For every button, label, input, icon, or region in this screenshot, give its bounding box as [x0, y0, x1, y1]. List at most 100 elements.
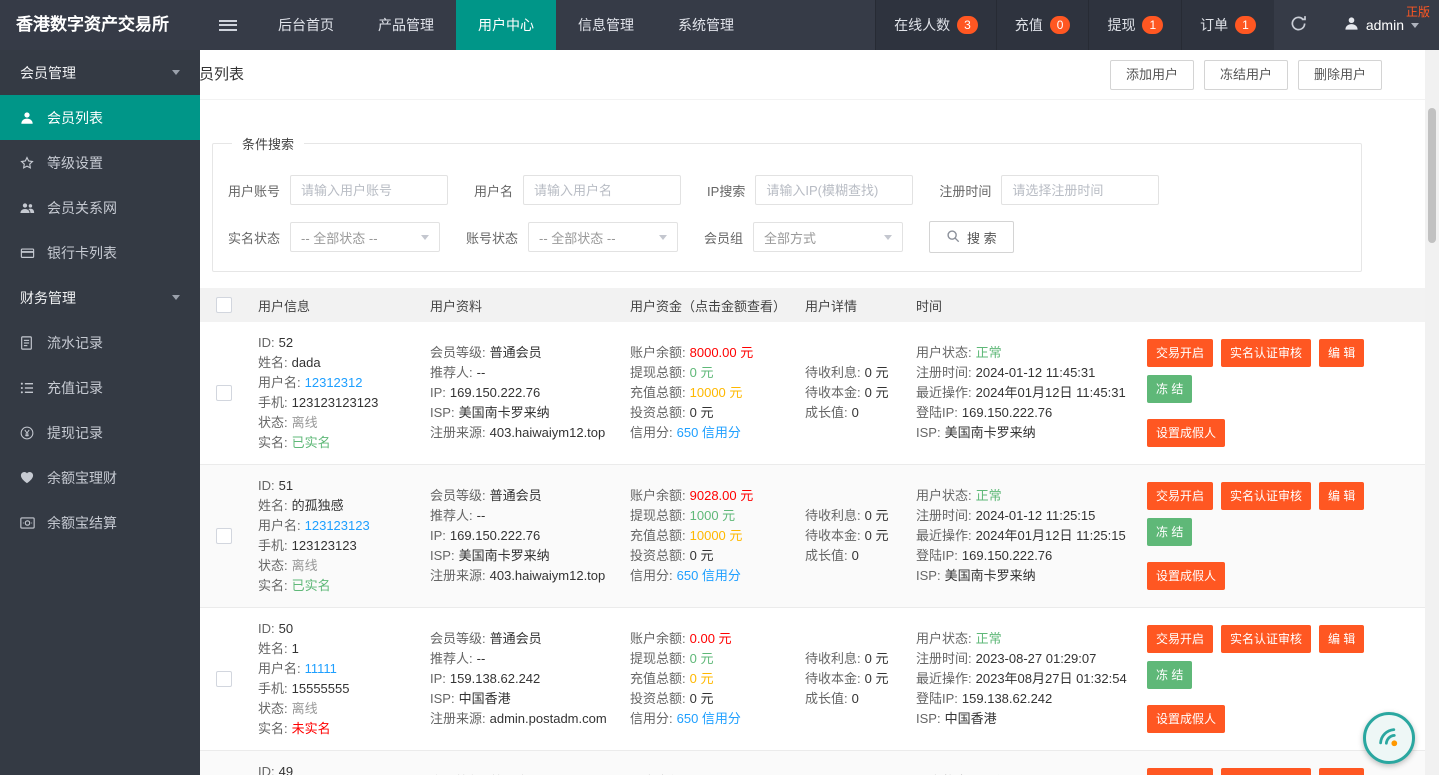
row-action-button[interactable]: 交易开启 [1147, 482, 1214, 510]
field-value: admin.postadm.com [489, 711, 607, 726]
field-value[interactable]: 8000.00 元 [690, 345, 754, 360]
refresh-button[interactable] [1274, 0, 1324, 50]
scrollbar-thumb[interactable] [1428, 108, 1436, 243]
row-action-button[interactable]: 设置成假人 [1147, 705, 1226, 733]
sidebar-section-member[interactable]: 会员管理 [0, 50, 200, 95]
field-label: 实名: [258, 721, 288, 736]
sidebar-item-member-network[interactable]: 会员关系网 [0, 185, 200, 230]
row-action-button[interactable]: 编 辑 [1319, 625, 1365, 653]
field-value: 0 [851, 405, 859, 420]
row-action-button[interactable]: 交易开启 [1147, 768, 1214, 775]
field-value[interactable]: 650 信用分 [677, 711, 741, 726]
row-action-button[interactable]: 编 辑 [1319, 768, 1365, 775]
sidebar-item-level-settings[interactable]: 等级设置 [0, 140, 200, 185]
row-action-button[interactable]: 交易开启 [1147, 625, 1214, 653]
freeze-user-button[interactable]: 冻结用户 [1203, 60, 1288, 90]
field-value[interactable]: 10000 元 [690, 385, 743, 400]
field-value[interactable]: 650 信用分 [677, 568, 741, 583]
sidebar-item-bank-cards[interactable]: 银行卡列表 [0, 230, 200, 275]
user-account-input[interactable] [290, 175, 449, 205]
search-legend: 条件搜索 [242, 137, 295, 152]
nav-item-system[interactable]: 系统管理 [656, 0, 756, 50]
time-cell: 用户状态: 正常 注册时间: 2023-08-27 01:29:07 最近操作: 2023… [906, 629, 1137, 729]
row-action-button[interactable]: 冻 结 [1147, 375, 1193, 403]
realname-status-select[interactable]: -- 全部状态 -- [290, 222, 441, 252]
sidebar-item-flow-records[interactable]: 流水记录 [0, 320, 200, 365]
field-value: 离线 [291, 415, 318, 430]
nav-item-home[interactable]: 后台首页 [256, 0, 356, 50]
chevron-down-icon [172, 70, 180, 75]
service-float-button[interactable] [1363, 712, 1415, 764]
field-label: 实名: [258, 578, 288, 593]
field-value: 2023-08-27 01:29:07 [975, 651, 1097, 666]
field-value: 2023年08月27日 01:32:54 [975, 671, 1127, 686]
sidebar-item-yuebao-settlement[interactable]: 余额宝结算 [0, 500, 200, 545]
user-profile-cell: 会员等级: 普通会员 推荐人: -- IP: 169.150.222.76 ISP: 美国南卡… [420, 343, 620, 443]
row-action-button[interactable]: 编 辑 [1319, 482, 1365, 510]
field-value[interactable]: 11111 [305, 661, 337, 676]
field-value: -- [476, 365, 486, 380]
field-label: 投资总额: [630, 691, 686, 706]
stat-orders[interactable]: 订单 1 [1181, 0, 1274, 50]
field-label: 手机: [258, 395, 288, 410]
ip-search-input[interactable] [755, 175, 914, 205]
row-action-button[interactable]: 设置成假人 [1147, 562, 1226, 590]
member-group-select[interactable]: 全部方式 [753, 222, 904, 252]
sidebar-item-member-list[interactable]: 会员列表 [0, 95, 200, 140]
stat-online-users[interactable]: 在线人数 3 [875, 0, 996, 50]
field-value[interactable]: 9028.00 元 [690, 488, 754, 503]
field-value: dada [291, 355, 321, 370]
field-label: 提现总额: [630, 365, 686, 380]
nav-item-user-center[interactable]: 用户中心 [456, 0, 556, 50]
field-value[interactable]: 0.00 元 [690, 631, 732, 646]
row-action-button[interactable]: 实名认证审核 [1221, 768, 1312, 775]
field-value[interactable]: 0 元 [690, 548, 714, 563]
section-label: 财务管理 [20, 289, 76, 306]
stat-withdraw[interactable]: 提现 1 [1088, 0, 1181, 50]
field-value[interactable]: 650 信用分 [677, 425, 741, 440]
field-value[interactable]: 10000 元 [690, 528, 743, 543]
table-row: ID: 52 姓名: dada 用户名: 12312312 手机: 123123123123 状… [200, 322, 1425, 465]
table-row: ID: 50 姓名: 1 用户名: 11111 手机: 15555555 状态: 离线 实名: 未实名… [200, 608, 1425, 751]
row-checkbox[interactable] [216, 528, 232, 544]
field-value[interactable]: 0 元 [690, 365, 714, 380]
field-value: 的孤独感 [291, 498, 344, 513]
nav-item-products[interactable]: 产品管理 [356, 0, 456, 50]
register-time-input[interactable] [1001, 175, 1160, 205]
row-action-button[interactable]: 实名认证审核 [1221, 625, 1312, 653]
field-value[interactable]: 0 元 [690, 691, 714, 706]
row-action-button[interactable]: 编 辑 [1319, 339, 1365, 367]
field-value[interactable]: 12312312 [305, 375, 363, 390]
row-action-button[interactable]: 设置成假人 [1147, 419, 1226, 447]
row-action-button[interactable]: 冻 结 [1147, 661, 1193, 689]
row-action-button[interactable]: 实名认证审核 [1221, 482, 1312, 510]
field-value[interactable]: 1000 元 [690, 508, 736, 523]
sidebar-item-recharge-records[interactable]: 充值记录 [0, 365, 200, 410]
column-header: 用户详情 [805, 298, 858, 314]
add-user-button[interactable]: 添加用户 [1109, 60, 1194, 90]
row-action-button[interactable]: 冻 结 [1147, 518, 1193, 546]
account-status-select[interactable]: -- 全部状态 -- [528, 222, 679, 252]
username-input[interactable] [523, 175, 682, 205]
delete-user-button[interactable]: 删除用户 [1297, 60, 1382, 90]
row-checkbox[interactable] [216, 385, 232, 401]
row-action-button[interactable]: 交易开启 [1147, 339, 1214, 367]
menu-toggle[interactable] [200, 0, 256, 50]
select-all-checkbox[interactable] [216, 297, 232, 313]
sidebar-section-finance[interactable]: 财务管理 [0, 275, 200, 320]
sidebar-item-withdraw-records[interactable]: 提现记录 [0, 410, 200, 455]
row-action-button[interactable]: 实名认证审核 [1221, 339, 1312, 367]
field-value[interactable]: 0 元 [690, 405, 714, 420]
field-value: 0 [851, 691, 859, 706]
stat-recharge[interactable]: 充值 0 [995, 0, 1089, 50]
field-value[interactable]: 123123123 [305, 518, 370, 533]
field-value[interactable]: 0 元 [690, 651, 714, 666]
search-button[interactable]: 搜 索 [929, 221, 1014, 253]
field-value[interactable]: 0 元 [690, 671, 714, 686]
recharge-record-icon [20, 382, 37, 394]
row-checkbox[interactable] [216, 671, 232, 687]
field-value: 美国南卡罗来纳 [458, 548, 550, 563]
field-value: 离线 [291, 558, 318, 573]
nav-item-info[interactable]: 信息管理 [556, 0, 656, 50]
sidebar-item-yuebao-finance[interactable]: 余额宝理财 [0, 455, 200, 500]
